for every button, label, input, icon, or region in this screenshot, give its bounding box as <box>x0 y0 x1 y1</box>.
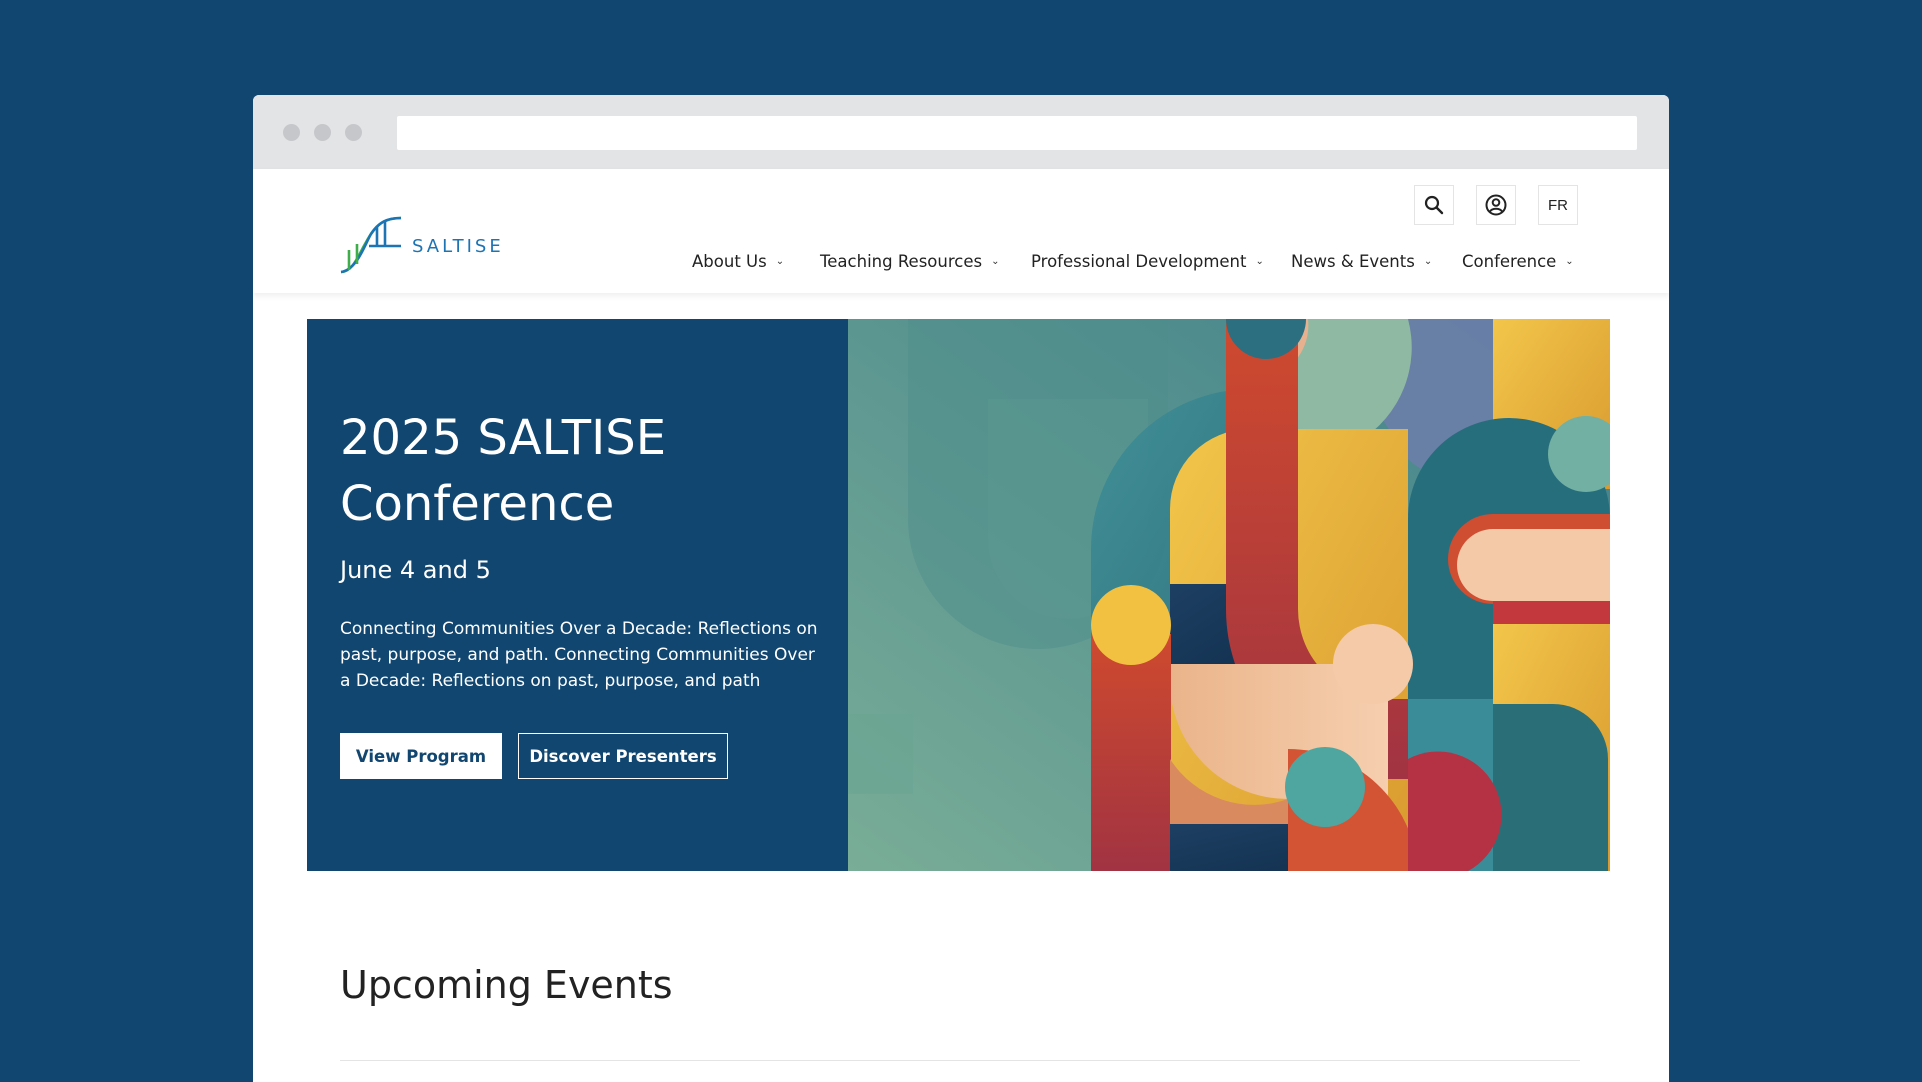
nav-item-about-us[interactable]: About Us ⌄ <box>692 252 784 271</box>
hero-date: June 4 and 5 <box>340 556 491 584</box>
chevron-down-icon: ⌄ <box>775 256 785 267</box>
hero-banner: 2025 SALTISE Conference June 4 and 5 Con… <box>307 319 1610 871</box>
hero-title: 2025 SALTISE Conference <box>340 410 667 532</box>
site-logo[interactable]: SALTISE <box>339 214 504 276</box>
upcoming-events-heading: Upcoming Events <box>340 963 673 1007</box>
chevron-down-icon: ⌄ <box>1255 256 1264 267</box>
browser-window: SALTISE FR About Us ⌄ Teaching Resources <box>253 95 1669 1082</box>
account-icon <box>1485 194 1507 216</box>
nav-item-news-events[interactable]: News & Events ⌄ <box>1291 252 1432 271</box>
nav-item-conference[interactable]: Conference ⌄ <box>1462 252 1574 271</box>
nav-item-teaching-resources[interactable]: Teaching Resources ⌄ <box>820 252 999 271</box>
nav-item-label: Professional Development <box>1031 252 1247 271</box>
window-close-dot[interactable] <box>283 124 300 141</box>
browser-chrome <box>253 95 1669 169</box>
hero-description: Connecting Communities Over a Decade: Re… <box>340 619 818 691</box>
section-divider <box>340 1060 1580 1061</box>
nav-item-label: News & Events <box>1291 252 1415 271</box>
brand-name: SALTISE <box>412 235 504 257</box>
nav-item-label: Teaching Resources <box>820 252 983 271</box>
abstract-geometric-artwork <box>848 319 1610 871</box>
search-button[interactable] <box>1414 185 1454 225</box>
chevron-down-icon: ⌄ <box>991 256 1000 267</box>
hero-illustration <box>848 319 1610 871</box>
chevron-down-icon: ⌄ <box>1565 256 1574 267</box>
discover-presenters-button[interactable]: Discover Presenters <box>518 733 728 779</box>
address-bar[interactable] <box>397 116 1637 150</box>
language-toggle[interactable]: FR <box>1538 185 1578 225</box>
view-program-button[interactable]: View Program <box>340 733 502 779</box>
nav-item-label: Conference <box>1462 252 1557 271</box>
nav-item-label: About Us <box>692 252 767 271</box>
account-button[interactable] <box>1476 185 1516 225</box>
saltise-logo-mark <box>340 216 402 274</box>
hero-content: 2025 SALTISE Conference June 4 and 5 Con… <box>307 319 848 871</box>
window-maximize-dot[interactable] <box>345 124 362 141</box>
chevron-down-icon: ⌄ <box>1423 256 1433 267</box>
search-icon <box>1424 195 1444 215</box>
nav-item-professional-development[interactable]: Professional Development ⌄ <box>1031 252 1264 271</box>
site-header: SALTISE FR About Us ⌄ Teaching Resources <box>253 169 1669 293</box>
window-minimize-dot[interactable] <box>314 124 331 141</box>
